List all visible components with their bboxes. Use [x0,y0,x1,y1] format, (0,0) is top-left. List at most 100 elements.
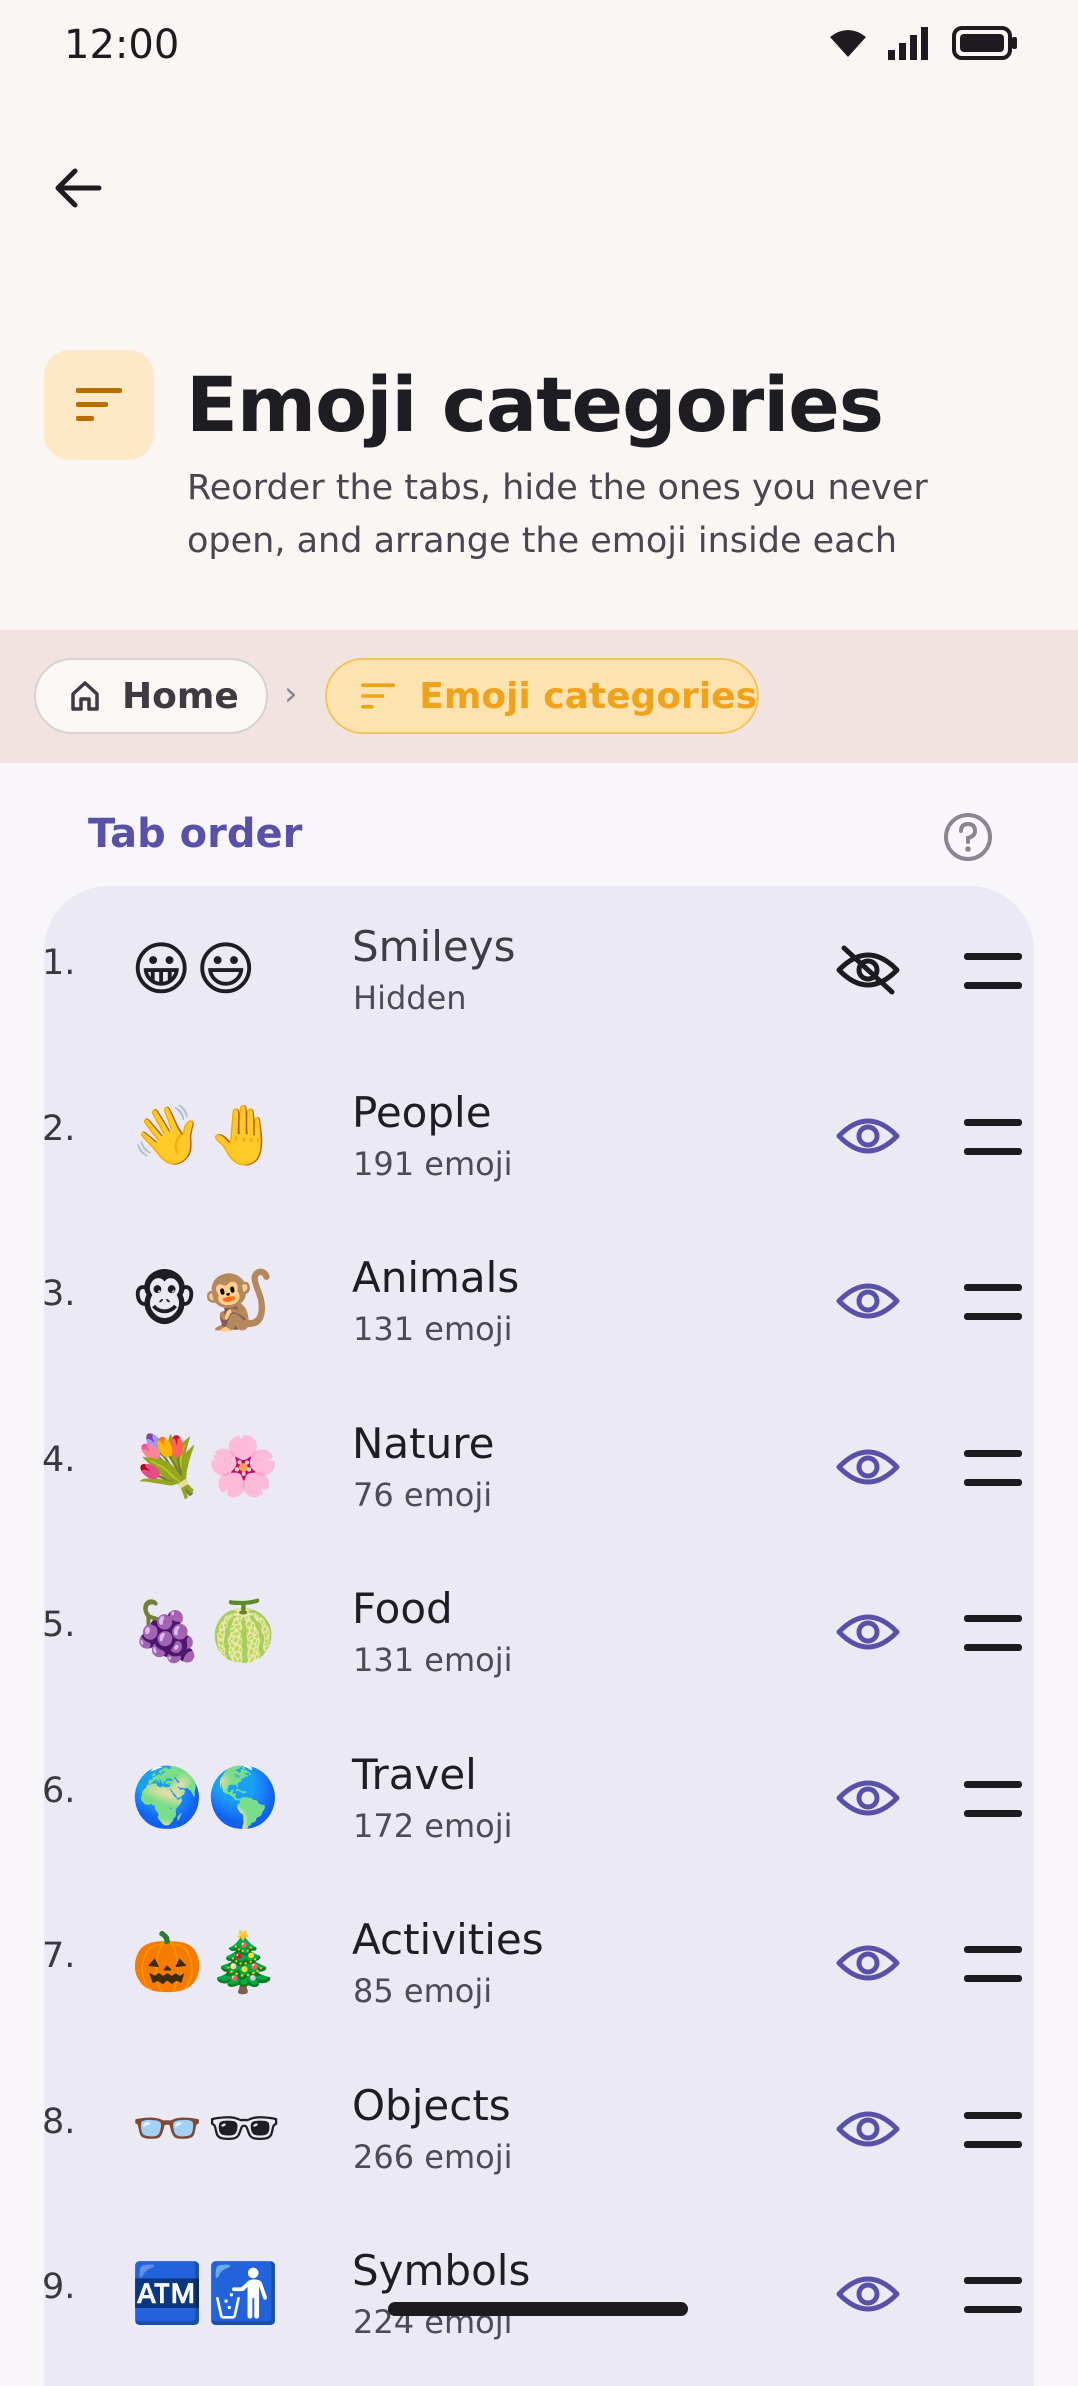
breadcrumb: Home › Emoji categories [0,630,1078,763]
category-row[interactable]: 9. 🏧 🚮 Symbols 224 emoji [0,2213,1078,2378]
eye-icon [836,1449,900,1484]
category-emoji: 🍇 [131,1597,204,1665]
row-number: 5. [42,1605,76,1645]
category-subtitle: 266 emoji [353,2137,513,2176]
drag-handle-icon[interactable] [964,1449,1022,1486]
category-name: Food [352,1584,453,1633]
row-number: 1. [42,943,76,983]
visibility-toggle-button[interactable] [832,1762,904,1834]
category-emoji: 👓 [131,2093,204,2162]
category-subtitle: 76 emoji [353,1475,493,1514]
breadcrumb-home-chip[interactable]: Home [34,658,268,734]
category-emoji: 🎃 [131,1928,204,1996]
wifi-icon [830,30,866,57]
category-row[interactable]: 3. 🐵 🐒 Animals 131 emoji [0,1220,1078,1385]
category-emoji: 🚮 [207,2259,280,2327]
category-subtitle: 85 emoji [353,1972,493,2010]
row-number: 3. [42,1274,76,1314]
category-emoji: 🌸 [207,1431,280,1500]
row-number: 9. [42,2267,76,2307]
visibility-toggle-button[interactable] [832,1596,904,1668]
category-row[interactable]: 8. 👓 🕶 Objects 266 emoji [0,2048,1078,2213]
page-subtitle: Reorder the tabs, hide the ones you neve… [187,468,928,561]
sort-lines-icon [76,388,122,421]
help-icon[interactable] [942,811,994,863]
content-area: Tab order 1. 😀 😃 Smileys Hidden 2. 👋 🤚 People 191… [0,763,1078,2386]
row-number: 6. [42,1770,76,1811]
category-subtitle: Hidden [353,979,467,1017]
category-emoji-pair: 💐 🌸 [131,1430,279,1502]
arrow-back-icon [55,168,102,208]
breadcrumb-current-chip[interactable]: Emoji categories [325,658,759,734]
category-emoji: 😃 [195,935,256,1003]
status-icons [828,26,1018,60]
category-emoji-pair: 🌍 🌎 [131,1761,279,1833]
section-title: Tab order [88,811,303,857]
eye-icon [836,1118,900,1153]
drag-handle-icon[interactable] [964,1284,1022,1320]
eye-icon [836,1945,900,1981]
category-emoji-pair: 🍇 🍈 [131,1595,279,1667]
category-subtitle: 131 emoji [353,1641,513,1679]
eye-icon [836,1614,900,1650]
drag-handle-icon[interactable] [964,1946,1022,1982]
row-number: 8. [42,2101,76,2142]
category-name: Nature [352,1418,495,1468]
category-row[interactable]: 5. 🍇 🍈 Food 131 emoji [0,1551,1078,1716]
visibility-toggle-button[interactable] [832,2093,904,2165]
category-emoji-pair: 🏧 🚮 [131,2257,279,2329]
eye-icon [836,2276,900,2312]
drag-handle-icon[interactable] [964,953,1022,989]
category-emoji: 😀 [131,935,192,1003]
drag-handle-icon[interactable] [964,1118,1022,1155]
category-name: Symbols [352,2246,531,2295]
home-icon [71,681,99,711]
category-name: Activities [352,1915,544,1964]
category-emoji: 🤚 [207,1100,280,1169]
category-emoji-pair: 😀 😃 [131,933,271,1005]
row-number: 7. [42,1936,76,1976]
sort-lines-icon [361,683,396,709]
eye-icon [836,1283,900,1319]
category-name: Animals [352,1253,520,1302]
visibility-toggle-button[interactable] [832,2258,904,2330]
category-name: People [352,1087,492,1137]
page-title: Emoji categories [186,360,884,449]
battery-icon [952,26,1017,60]
category-emoji: 💐 [131,1431,204,1500]
category-row[interactable]: 4. 💐 🌸 Nature 76 emoji [0,1386,1078,1551]
drag-handle-icon[interactable] [964,2111,1022,2148]
category-emoji: 🕶 [207,2093,281,2162]
drag-handle-icon[interactable] [964,1615,1022,1651]
eye-icon [836,2111,900,2146]
category-row[interactable]: 1. 😀 😃 Smileys Hidden [0,889,1078,1054]
category-row[interactable]: 7. 🎃 🎄 Activities 85 emoji [0,1882,1078,2047]
category-subtitle: 172 emoji [353,1806,513,1845]
category-emoji-pair: 🐵 🐒 [131,1264,274,1336]
visibility-toggle-button[interactable] [832,1100,904,1172]
category-emoji: 🐵 [131,1266,199,1334]
category-name: Objects [352,2080,511,2130]
eye-icon [836,1780,900,1815]
category-emoji: 🌎 [207,1762,280,1831]
breadcrumb-current-label: Emoji categories [419,675,757,717]
back-button[interactable] [40,150,116,226]
breadcrumb-home-label: Home [122,675,239,717]
title-icon-badge [44,350,154,460]
visibility-toggle-button[interactable] [832,934,904,1006]
category-emoji: 🎄 [207,1928,280,1996]
visibility-toggle-button[interactable] [832,1265,904,1337]
status-bar: 12:00 [0,0,1078,96]
drag-handle-icon[interactable] [964,1780,1022,1817]
category-subtitle: 191 emoji [353,1144,513,1183]
home-indicator[interactable] [388,2302,688,2316]
row-number: 2. [42,1108,76,1149]
visibility-toggle-button[interactable] [832,1431,904,1503]
visibility-toggle-button[interactable] [832,1927,904,1999]
signal-icon [888,27,928,60]
category-row[interactable]: 6. 🌍 🌎 Travel 172 emoji [0,1717,1078,1882]
category-emoji: 🌍 [131,1762,204,1831]
breadcrumb-separator-icon: › [284,674,298,714]
drag-handle-icon[interactable] [964,2277,1022,2313]
category-row[interactable]: 2. 👋 🤚 People 191 emoji [0,1055,1078,1220]
